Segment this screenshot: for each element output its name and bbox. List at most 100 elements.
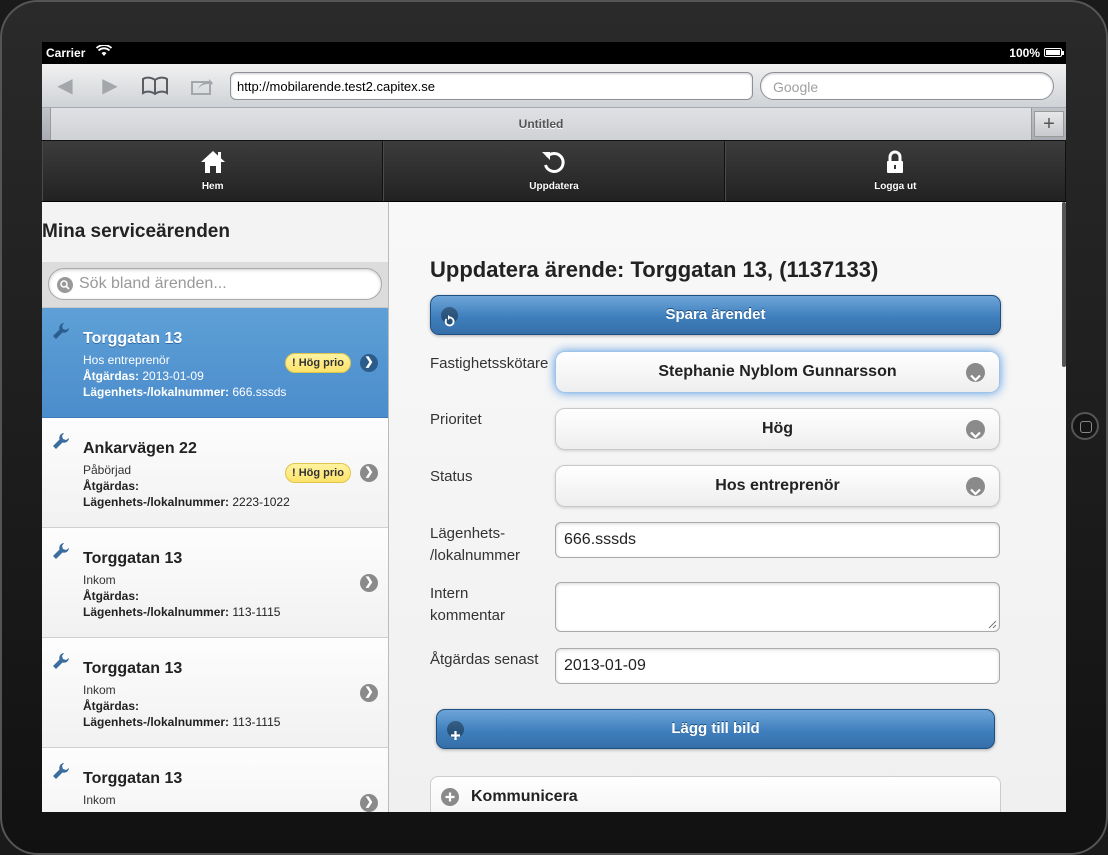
priority-badge: ! Hög prio xyxy=(285,353,351,373)
carrier-label: Carrier xyxy=(46,46,86,60)
chevron-right-icon: ❯ xyxy=(360,354,378,372)
fastighetsskotare-value: Stephanie Nyblom Gunnarsson xyxy=(658,363,897,380)
add-image-label: Lägg till bild xyxy=(671,720,760,737)
home-hardware-button[interactable] xyxy=(1071,412,1099,440)
fastighetsskotare-label: Fastighetsskötare xyxy=(430,355,549,372)
case-title: Torggatan 13 xyxy=(83,770,183,787)
forward-icon[interactable]: ▶ xyxy=(95,73,125,99)
prioritet-select[interactable]: Hög xyxy=(555,408,1000,450)
case-title: Torggatan 13 xyxy=(83,330,183,347)
logout-button[interactable]: Logga ut xyxy=(724,141,1066,201)
case-list: Torggatan 13 Hos entreprenör Åtgärdas: 2… xyxy=(42,308,388,812)
browser-tab[interactable]: Untitled xyxy=(50,108,1032,140)
atgardas-key: Åtgärdas: xyxy=(83,589,140,603)
case-title: Torggatan 13 xyxy=(83,660,183,677)
communicate-label: Kommunicera xyxy=(471,788,578,805)
case-status: Inkom xyxy=(83,793,116,807)
kommentar-label: Intern kommentar xyxy=(430,583,505,627)
home-button[interactable]: Hem xyxy=(42,141,384,201)
lgh-label-line1: Lägenhets- xyxy=(430,525,506,542)
fastighetsskotare-select[interactable]: Stephanie Nyblom Gunnarsson xyxy=(555,351,1000,393)
atgardas-value: 2013-01-09 xyxy=(142,369,204,383)
case-status: Inkom xyxy=(83,683,116,697)
case-item[interactable]: Torggatan 13 Inkom ❯ xyxy=(42,748,388,812)
lgh-input[interactable]: 666.sssds xyxy=(555,522,1000,558)
case-list-heading: Mina serviceärenden xyxy=(42,202,388,262)
lgh-key: Lägenhets-/lokalnummer: xyxy=(83,605,230,619)
add-image-button[interactable]: Lägg till bild xyxy=(436,709,995,749)
lgh-value: 113-1115 xyxy=(232,605,281,619)
atgardas-key: Åtgärdas: xyxy=(83,369,140,383)
lgh-value: 666.sssds xyxy=(232,385,287,399)
lgh-key: Lägenhets-/lokalnummer: xyxy=(83,495,230,509)
senast-label: Åtgärdas senast xyxy=(430,651,539,668)
home-icon xyxy=(200,151,225,173)
case-lgh: Lägenhets-/lokalnummer: 113-1115 xyxy=(83,715,280,729)
chevron-down-icon xyxy=(966,363,985,382)
save-button[interactable]: Spara ärendet xyxy=(430,295,1001,335)
new-tab-button[interactable]: + xyxy=(1034,111,1064,137)
case-atgardas: Åtgärdas: xyxy=(83,589,139,603)
kommentar-textarea[interactable] xyxy=(555,582,1000,632)
case-atgardas: Åtgärdas: 2013-01-09 xyxy=(83,369,204,383)
wrench-icon xyxy=(53,433,69,449)
case-atgardas: Åtgärdas: xyxy=(83,699,139,713)
search-icon xyxy=(57,277,73,293)
search-input[interactable] xyxy=(79,274,369,294)
search-box[interactable] xyxy=(48,268,382,300)
status-value: Hos entreprenör xyxy=(715,477,840,494)
case-item[interactable]: Torggatan 13 Inkom Åtgärdas: Lägenhets-/… xyxy=(42,528,388,638)
refresh-button[interactable]: Uppdatera xyxy=(383,141,725,201)
chevron-right-icon: ❯ xyxy=(360,794,378,812)
lock-icon xyxy=(887,150,904,173)
case-atgardas: Åtgärdas: xyxy=(83,479,139,493)
case-list-panel: Mina serviceärenden Torgg xyxy=(42,202,389,812)
battery-percent: 100% xyxy=(1009,46,1040,60)
search-bar xyxy=(42,262,388,308)
scroll-indicator[interactable] xyxy=(1062,202,1066,367)
case-status: Hos entreprenör xyxy=(83,353,170,367)
prioritet-label: Prioritet xyxy=(430,411,482,428)
resize-grip-icon[interactable] xyxy=(988,620,997,629)
browser-tab-bar: Untitled + xyxy=(42,108,1066,140)
refresh-label: Uppdatera xyxy=(529,181,579,192)
bookmarks-icon[interactable] xyxy=(140,73,170,99)
status-select[interactable]: Hos entreprenör xyxy=(555,465,1000,507)
prioritet-value: Hög xyxy=(761,420,794,437)
wrench-icon xyxy=(53,543,69,559)
chevron-right-icon: ❯ xyxy=(360,464,378,482)
case-item[interactable]: Torggatan 13 Inkom Åtgärdas: Lägenhets-/… xyxy=(42,638,388,748)
lgh-value: 113-1115 xyxy=(232,715,281,729)
lgh-label: Lägenhets- /lokalnummer xyxy=(430,523,520,567)
google-search-field[interactable]: Google xyxy=(760,72,1054,100)
case-title: Torggatan 13 xyxy=(83,550,183,567)
case-edit-panel: Uppdatera ärende: Torggatan 13, (1137133… xyxy=(389,202,1066,812)
case-item[interactable]: Torggatan 13 Hos entreprenör Åtgärdas: 2… xyxy=(42,308,388,418)
plus-icon xyxy=(441,788,459,806)
plus-icon xyxy=(447,721,464,740)
chevron-right-icon: ❯ xyxy=(360,684,378,702)
back-icon[interactable]: ◀ xyxy=(50,73,80,99)
lgh-value: 2223-1022 xyxy=(232,495,290,509)
browser-toolbar: ◀ ▶ http://mobilarende.test2.capitex.se … xyxy=(42,64,1066,108)
refresh-icon xyxy=(541,152,565,173)
battery-icon xyxy=(1044,48,1064,57)
status-label: Status xyxy=(430,468,473,485)
share-icon[interactable] xyxy=(187,73,217,99)
priority-badge: ! Hög prio xyxy=(285,463,351,483)
refresh-icon xyxy=(441,307,458,327)
chevron-down-icon xyxy=(966,477,985,496)
atgardas-key: Åtgärdas: xyxy=(83,699,140,713)
status-bar: Carrier 100% xyxy=(42,42,1066,64)
lgh-key: Lägenhets-/lokalnummer: xyxy=(83,715,230,729)
wrench-icon xyxy=(53,323,69,339)
senast-input[interactable]: 2013-01-09 xyxy=(555,648,1000,684)
lgh-label-line2: /lokalnummer xyxy=(430,547,521,564)
content-area: Mina serviceärenden Torgg xyxy=(42,202,1066,812)
case-lgh: Lägenhets-/lokalnummer: 113-1115 xyxy=(83,605,280,619)
case-item[interactable]: Ankarvägen 22 Påbörjad Åtgärdas: Lägenhe… xyxy=(42,418,388,528)
communicate-section[interactable]: Kommunicera xyxy=(430,776,1001,812)
url-field[interactable]: http://mobilarende.test2.capitex.se xyxy=(230,72,753,100)
save-label: Spara ärendet xyxy=(665,306,766,323)
case-title: Ankarvägen 22 xyxy=(83,440,197,457)
